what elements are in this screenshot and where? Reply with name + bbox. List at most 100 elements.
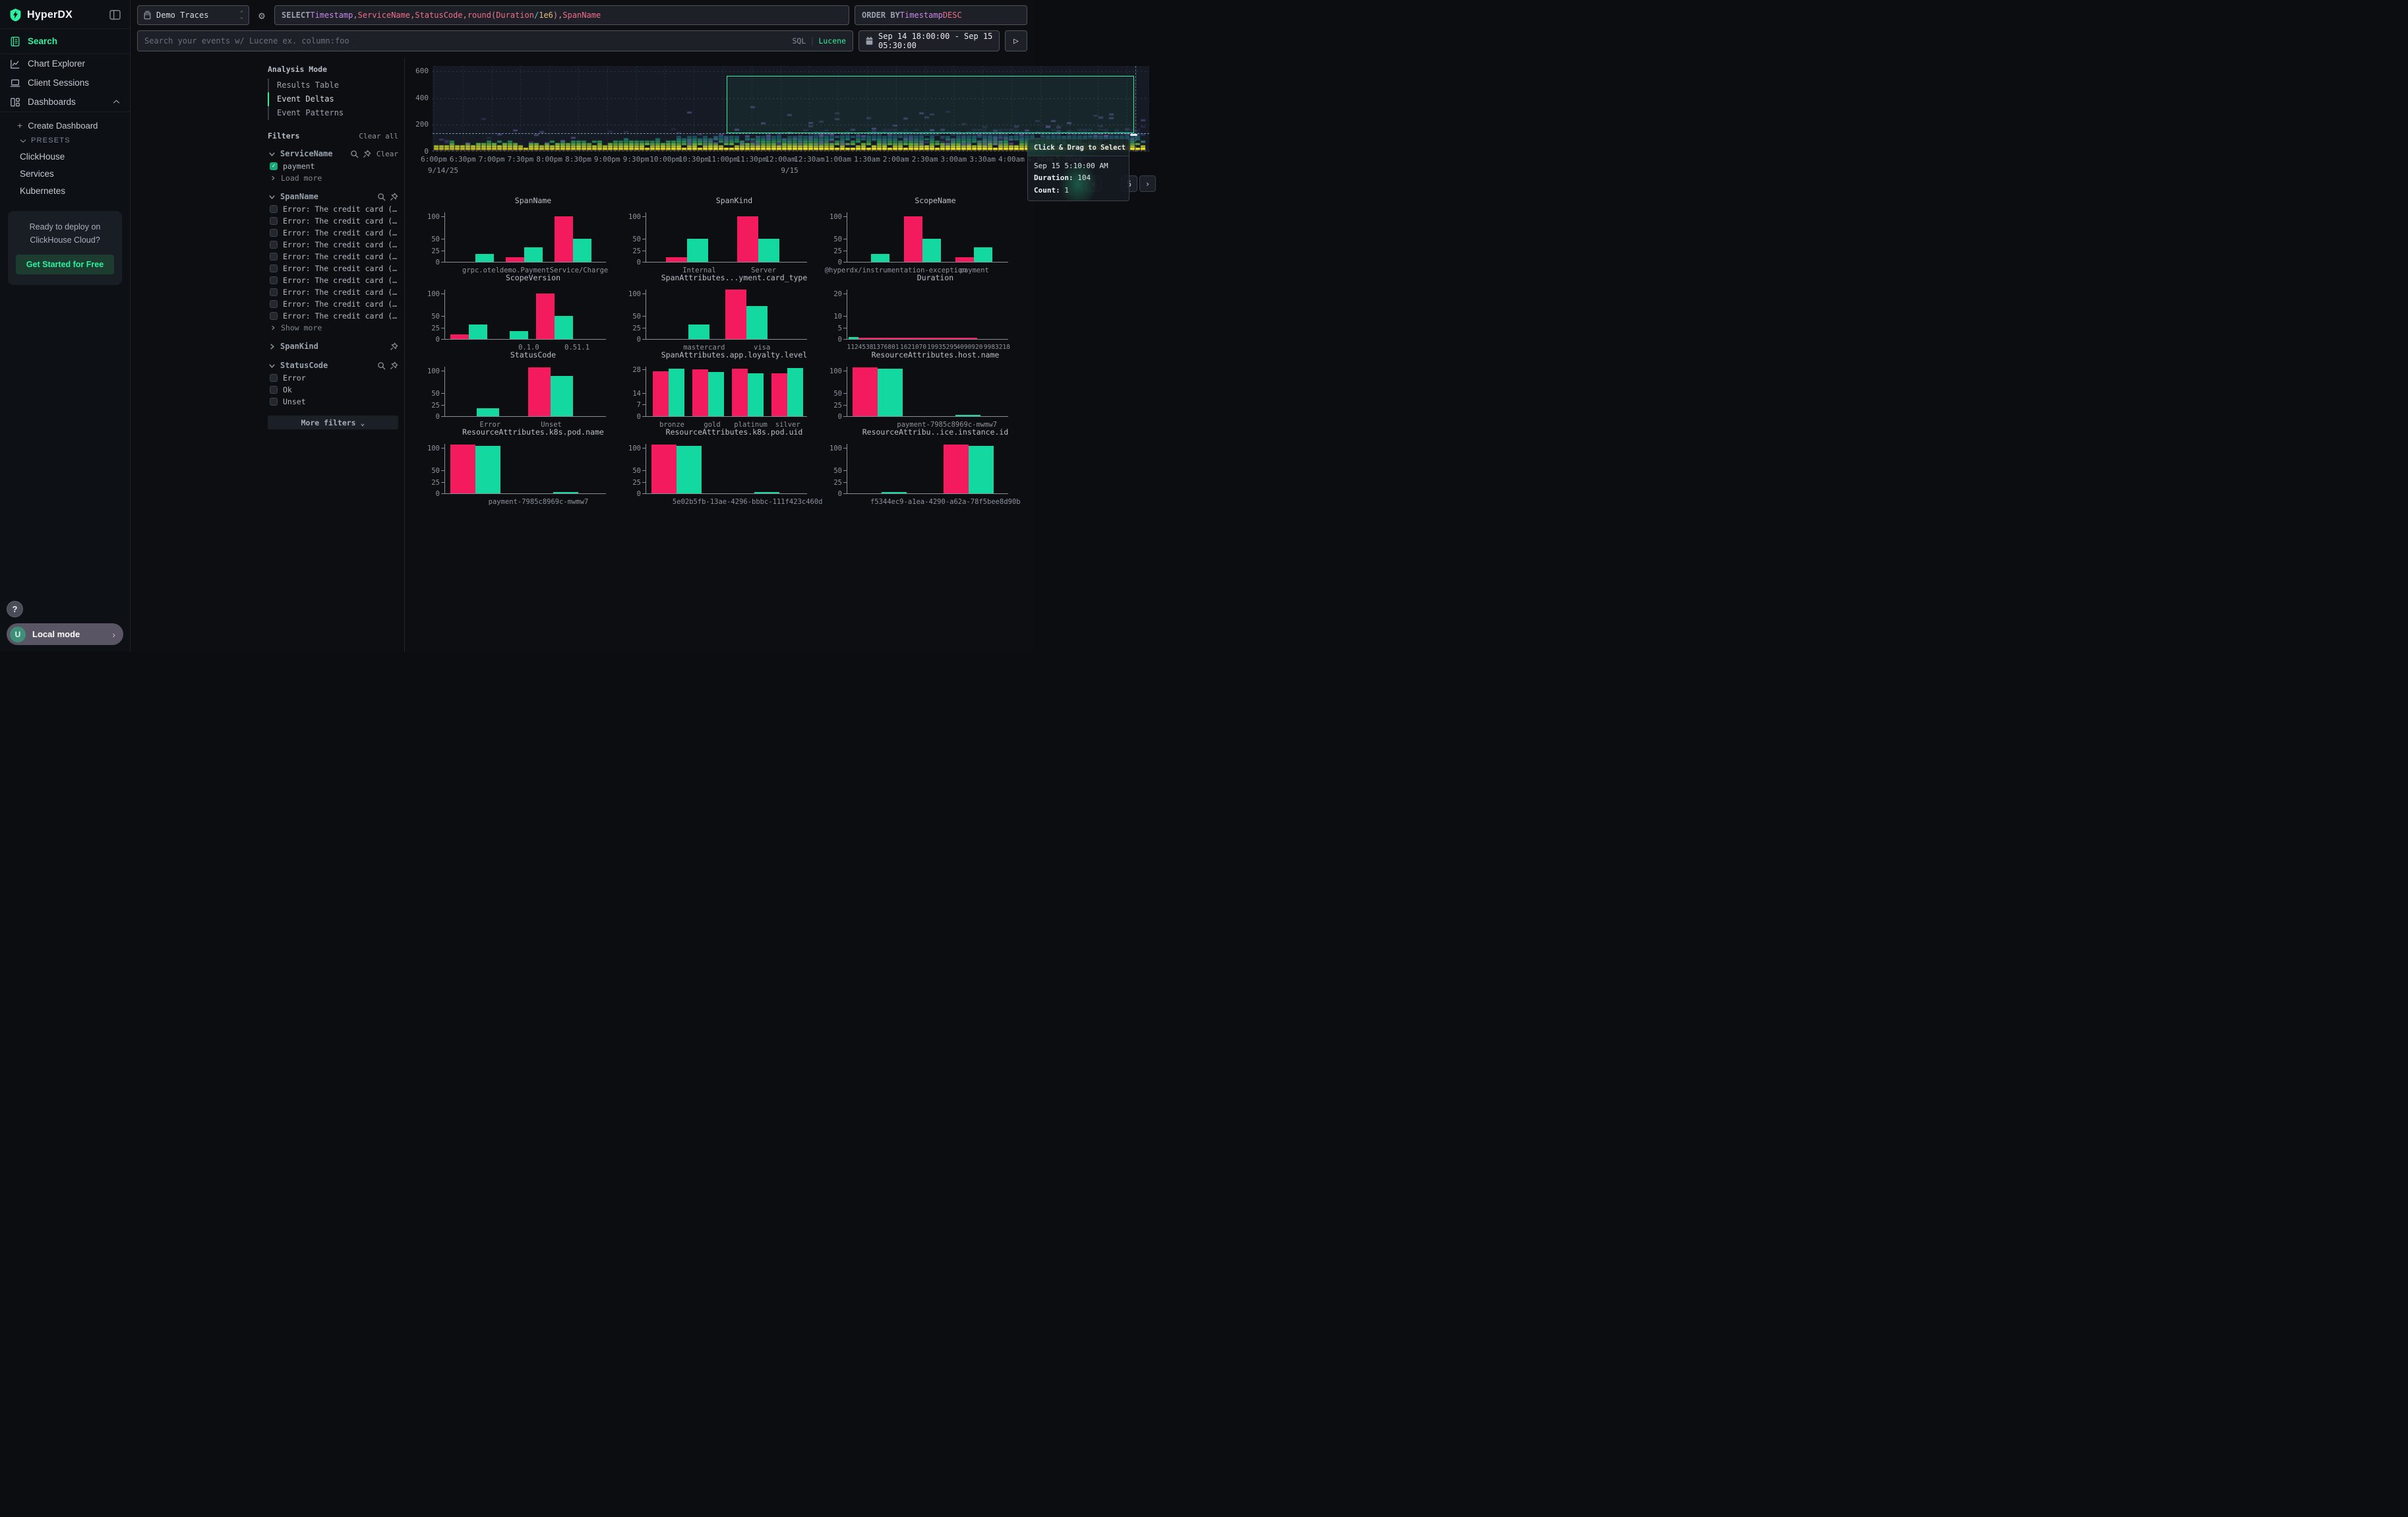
y-tick-label: 0 [436,491,440,497]
checkbox[interactable] [270,312,278,320]
chart-y-axis: 02550100 [421,283,444,346]
pin-icon[interactable] [390,193,398,201]
filter-checkbox-row[interactable]: Error: The credit card (… [268,239,398,251]
y-tick-label: 50 [431,313,440,320]
heatmap-xtick-label: 1:30am [854,155,880,164]
chart-plot: ErrorUnset [444,367,606,417]
filter-checkbox-row[interactable]: Error: The credit card (… [268,215,398,227]
analysis-mode-option-results-table[interactable]: Results Table [268,78,398,92]
filter-checkbox-row[interactable]: Error: The credit card (… [268,286,398,298]
filter-checkbox-row[interactable]: Error: The credit card (… [268,203,398,215]
search-icon[interactable] [377,193,386,201]
y-tick-label: 0 [838,259,842,266]
mode-sql-toggle[interactable]: SQL [792,36,806,46]
get-started-button[interactable]: Get Started for Free [16,255,114,274]
help-button[interactable]: ? [7,601,23,617]
load-more-button[interactable]: Load more [268,172,398,184]
create-dashboard-button[interactable]: + Create Dashboard [0,117,130,133]
checkbox[interactable] [270,229,278,237]
source-select-value: Demo Traces [156,11,235,20]
sidebar-collapse-icon[interactable] [109,10,121,20]
clear-all-button[interactable]: Clear all [359,132,398,140]
heatmap-next-page-button[interactable]: › [1139,175,1156,192]
pin-icon[interactable] [363,150,371,158]
bar-green [573,239,591,262]
filter-group-header-servicename[interactable]: ServiceNameClear [268,147,398,160]
search-input[interactable]: Search your events w/ Lucene ex. column:… [137,30,853,51]
filter-checkbox-row[interactable]: Error: The credit card (… [268,274,398,286]
mode-lucene-toggle[interactable]: Lucene [818,36,846,46]
pin-icon[interactable] [390,361,398,370]
hyperdx-logo-icon[interactable] [9,8,22,22]
checkbox[interactable]: ✓ [270,162,278,170]
chart-plot: f5344ec9-a1ea-4290-a62a-78f5bee8d90b [847,444,1008,494]
filter-checkbox-row[interactable]: Error: The credit card (… [268,310,398,322]
search-icon[interactable] [350,150,359,158]
chart-plot: mastercardvisa [646,290,807,340]
user-menu[interactable]: U Local mode › [7,623,123,645]
filter-item-label: Error: The credit card (… [283,299,397,309]
heatmap-xtick-label: 9:00pm [594,155,620,164]
filter-checkbox-row[interactable]: Unset [268,396,398,408]
filter-checkbox-row[interactable]: ✓payment [268,160,398,172]
checkbox[interactable] [270,253,278,261]
heatmap-hover-marker [1130,134,1137,136]
checkbox[interactable] [270,217,278,225]
analysis-mode-option-event-patterns[interactable]: Event Patterns [268,106,398,120]
filter-group-header-spanname[interactable]: SpanName [268,190,398,203]
run-query-button[interactable]: ▷ [1005,30,1027,51]
source-select[interactable]: Demo Traces ⌃⌄ [137,5,249,25]
sidebar-item-search[interactable]: Search [0,29,130,53]
filter-checkbox-row[interactable]: Error: The credit card (… [268,251,398,263]
clear-filter-button[interactable]: Clear [376,150,398,158]
heatmap-ytick-label: 200 [405,120,429,129]
checkbox[interactable] [270,264,278,272]
more-filters-button[interactable]: More filters ⌄ [268,416,398,429]
checkbox[interactable] [270,241,278,249]
time-range-picker[interactable]: Sep 14 18:00:00 - Sep 15 05:30:00 [858,30,1000,51]
heatmap-xtick-label: 7:30pm [508,155,534,164]
y-tick-label: 0 [838,414,842,420]
checkbox[interactable] [270,205,278,213]
heatmap-selection-box [727,76,1134,133]
sidebar-item-label: Dashboards [28,97,76,107]
y-tick-label: 50 [632,236,641,243]
filter-item-label: Unset [283,397,306,406]
sidebar-item-dashboards[interactable]: Dashboards [0,92,130,111]
checkbox[interactable] [270,398,278,406]
search-icon[interactable] [377,361,386,370]
select-query-input[interactable]: SELECT Timestamp, ServiceName, StatusCod… [274,5,849,25]
presets-toggle[interactable]: PRESETS [0,133,130,148]
sidebar-item-clickhouse[interactable]: ClickHouse [0,148,130,165]
heatmap-xtick-label: 3:30am [969,155,996,164]
heatmap-xtick-label: 1:00am [825,155,851,164]
pin-icon[interactable] [390,342,398,351]
filter-checkbox-row[interactable]: Error [268,372,398,384]
filter-group-header-spankind[interactable]: SpanKind [268,340,398,353]
filter-checkbox-row[interactable]: Ok [268,384,398,396]
bar-green [475,446,500,493]
avatar: U [10,627,26,642]
sidebar-item-chart-explorer[interactable]: Chart Explorer [0,54,130,73]
sidebar-item-client-sessions[interactable]: Client Sessions [0,73,130,92]
filter-checkbox-row[interactable]: Error: The credit card (… [268,263,398,274]
filter-checkbox-row[interactable]: Error: The credit card (… [268,298,398,310]
order-by-input[interactable]: ORDER BY Timestamp DESC [855,5,1027,25]
checkbox[interactable] [270,276,278,284]
checkbox[interactable] [270,288,278,296]
checkbox[interactable] [270,300,278,308]
checkbox[interactable] [270,386,278,394]
show-more-button[interactable]: Show more [268,322,398,334]
chart-plot: 5e02b5fb-13ae-4296-bbbc-111f423c460d [646,444,807,494]
filter-group-header-statuscode[interactable]: StatusCode [268,359,398,372]
filter-checkbox-row[interactable]: Error: The credit card (… [268,227,398,239]
gear-icon[interactable]: ⚙ [255,9,269,22]
analysis-mode-option-event-deltas[interactable]: Event Deltas [268,92,398,106]
hyperdx-app: HyperDX Search Chart Explorer Client Ses… [0,0,1034,652]
checkbox[interactable] [270,374,278,382]
sidebar-item-kubernetes[interactable]: Kubernetes [0,182,130,199]
bar-green [688,325,709,339]
sidebar-item-services[interactable]: Services [0,165,130,182]
chart-title: ScopeVersion [444,272,622,283]
chevron-down-icon [268,150,276,158]
